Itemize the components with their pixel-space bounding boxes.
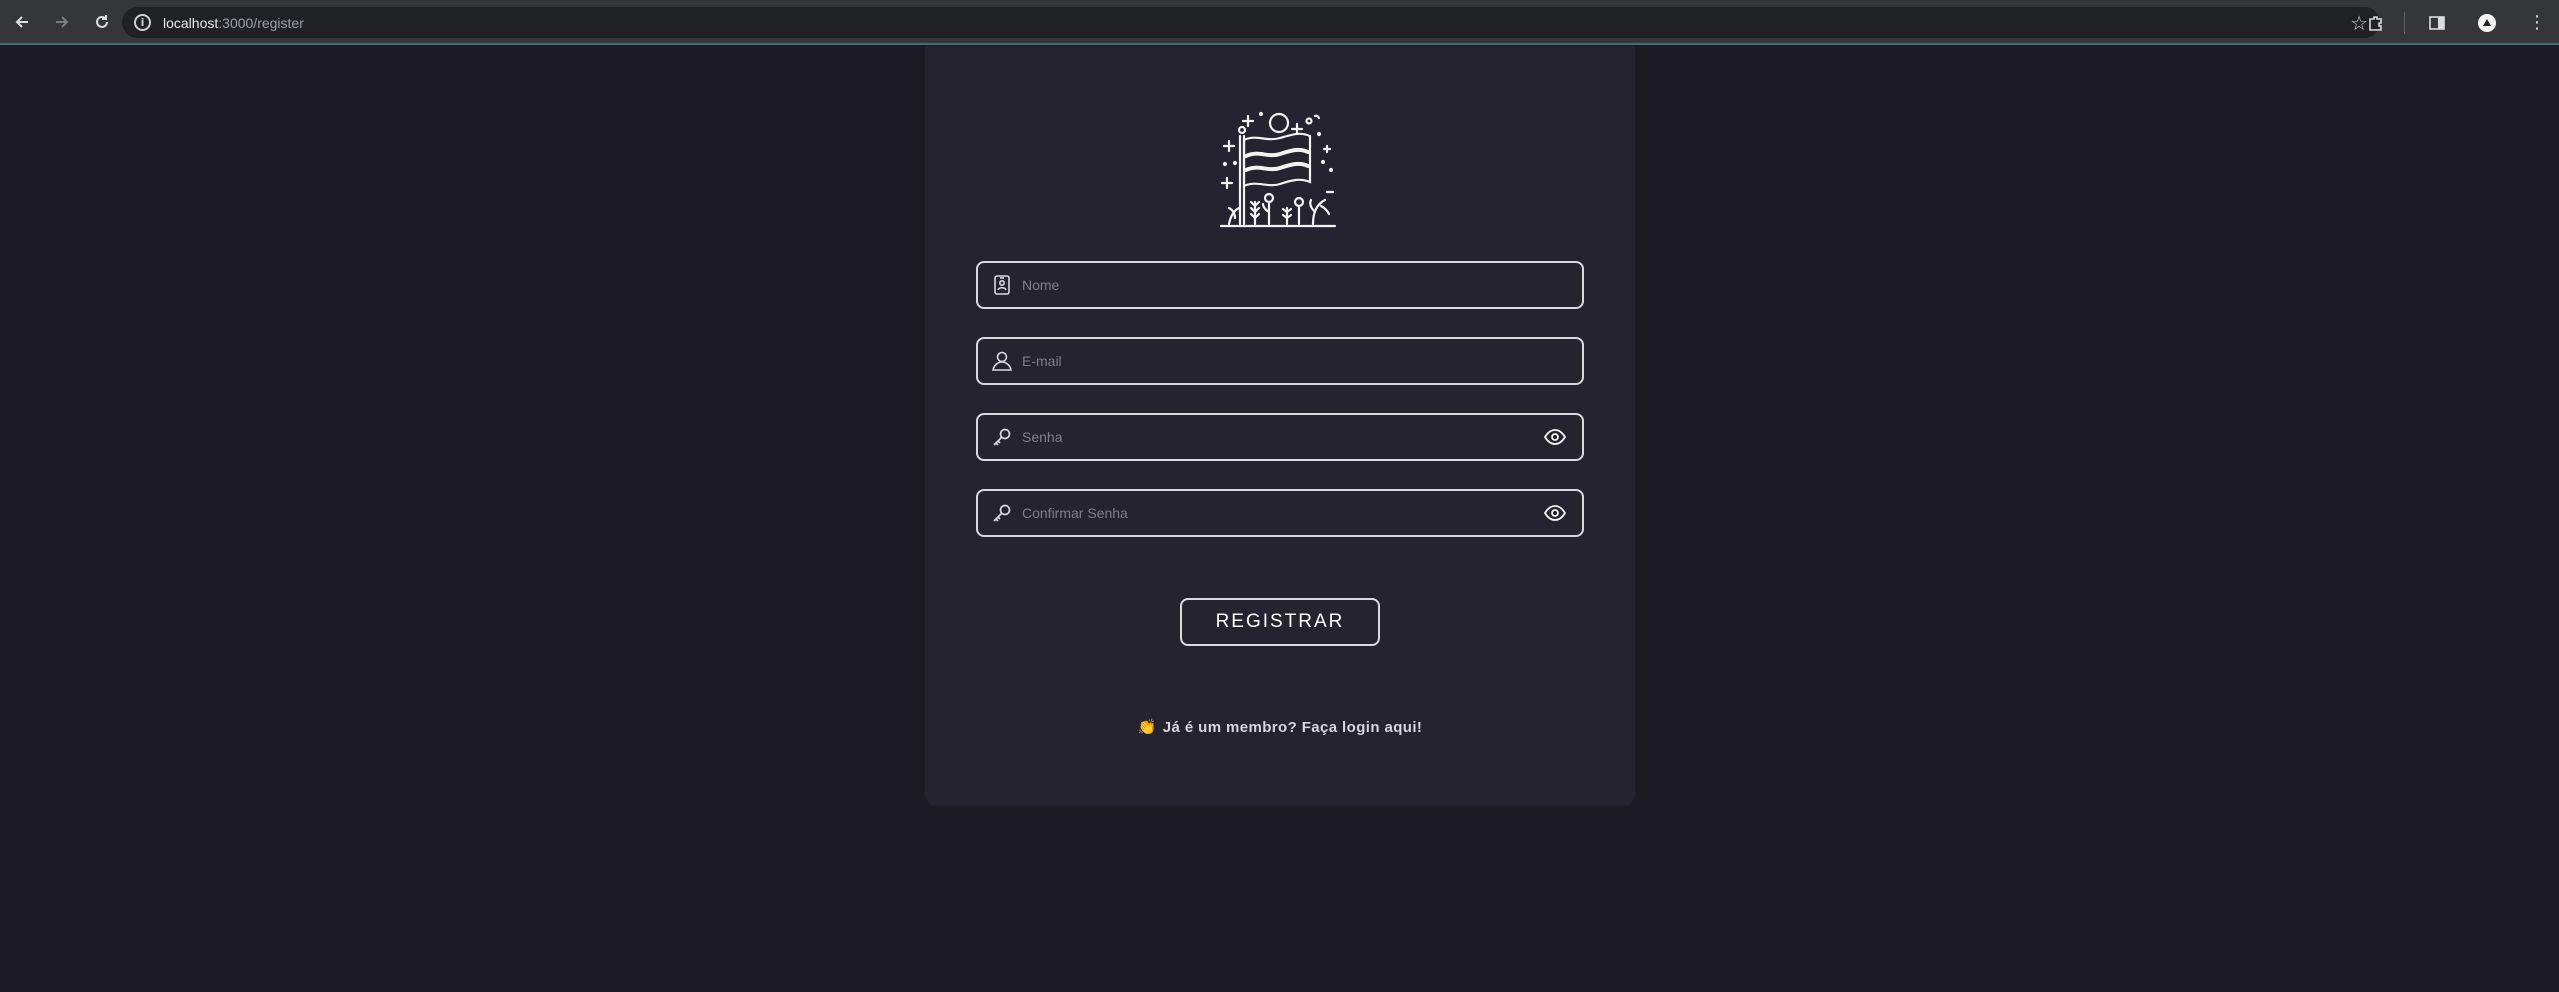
key-icon bbox=[990, 501, 1014, 525]
confirm-password-input[interactable] bbox=[1022, 505, 1542, 521]
email-field[interactable] bbox=[976, 337, 1584, 385]
key-icon bbox=[990, 425, 1014, 449]
address-bar[interactable]: i localhost:3000/register ☆ bbox=[122, 7, 2380, 38]
url-text: localhost:3000/register bbox=[163, 14, 304, 31]
register-button[interactable]: REGISTRAR bbox=[1180, 598, 1380, 646]
eye-icon[interactable] bbox=[1542, 424, 1568, 450]
back-icon[interactable] bbox=[4, 4, 40, 40]
password-field[interactable] bbox=[976, 413, 1584, 461]
kebab-menu-icon[interactable]: ⋮ bbox=[2519, 5, 2555, 41]
eye-icon[interactable] bbox=[1542, 500, 1568, 526]
info-icon[interactable]: i bbox=[134, 14, 151, 31]
register-card: REGISTRAR 👏 Já é um membro? Faça login aq… bbox=[925, 46, 1635, 806]
clapping-hands-icon: 👏 bbox=[1137, 718, 1157, 736]
confirm-password-field[interactable] bbox=[976, 489, 1584, 537]
sidepanel-icon[interactable] bbox=[2419, 5, 2455, 41]
toolbar-divider bbox=[2404, 11, 2405, 34]
reload-icon[interactable] bbox=[84, 4, 120, 40]
user-icon bbox=[990, 349, 1014, 373]
password-input[interactable] bbox=[1022, 429, 1542, 445]
browser-toolbar: i localhost:3000/register ☆ ⋮ bbox=[0, 0, 2559, 45]
email-input[interactable] bbox=[1022, 353, 1582, 369]
name-field[interactable] bbox=[976, 261, 1584, 309]
name-input[interactable] bbox=[1022, 277, 1582, 293]
profile-icon[interactable] bbox=[2469, 5, 2505, 41]
login-link[interactable]: 👏 Já é um membro? Faça login aqui! bbox=[925, 718, 1635, 736]
puzzle-icon[interactable] bbox=[2358, 5, 2394, 41]
flag-celebration-icon bbox=[1215, 108, 1345, 228]
forward-icon[interactable] bbox=[44, 4, 80, 40]
login-link-text[interactable]: Já é um membro? Faça login aqui! bbox=[1163, 719, 1423, 736]
badge-icon bbox=[990, 273, 1014, 297]
